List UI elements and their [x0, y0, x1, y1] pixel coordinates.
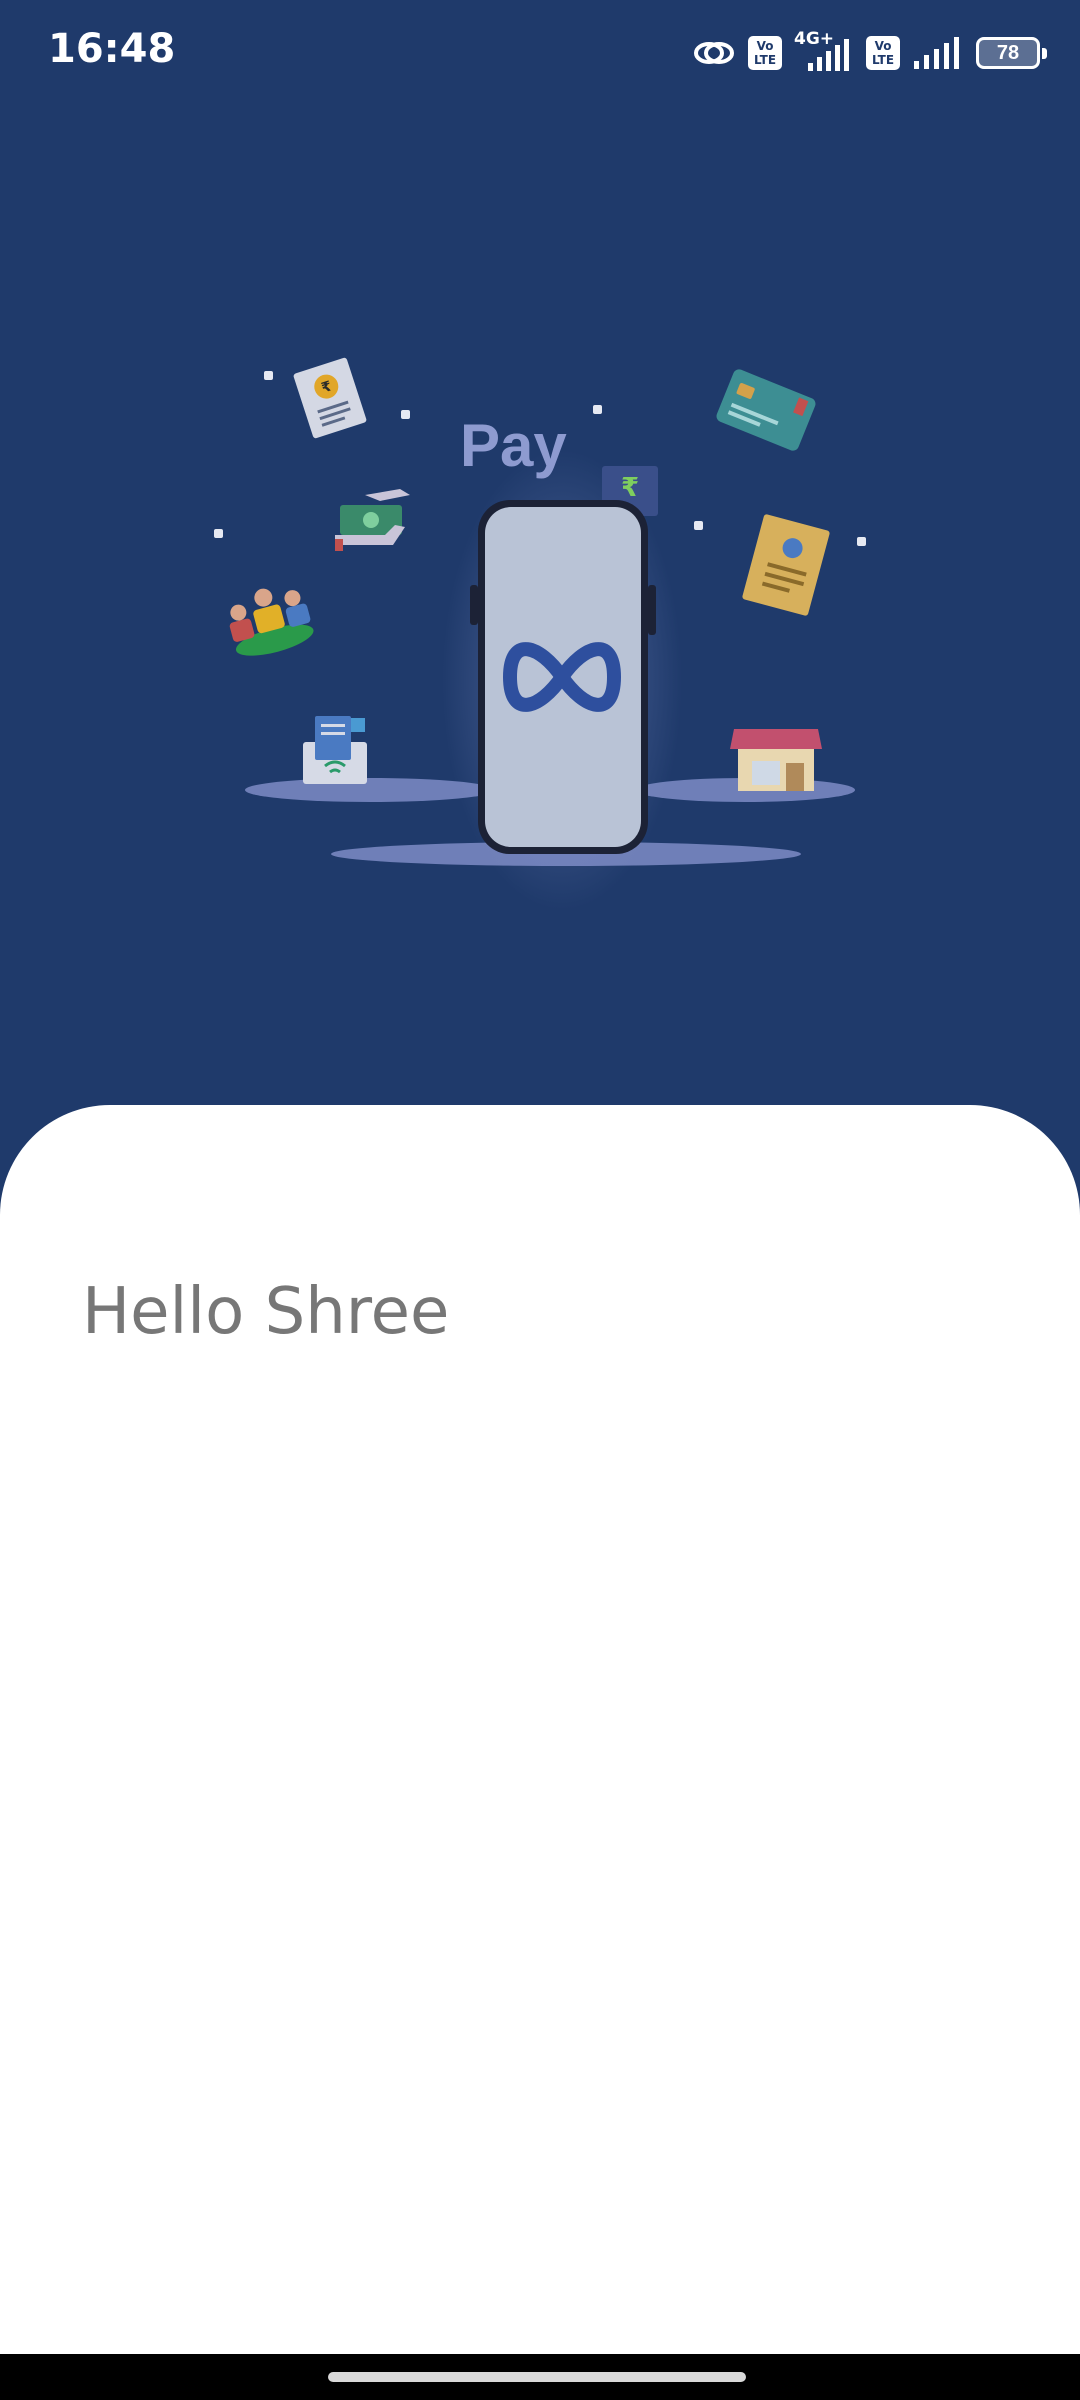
store-icon — [730, 729, 822, 791]
home-gesture-handle[interactable] — [328, 2372, 746, 2382]
greeting-text: Hello Shree — [82, 1275, 450, 1349]
pay-text: Pay — [460, 412, 567, 479]
content-sheet: Hello Shree — [0, 1105, 1080, 2355]
bill-icon — [742, 514, 830, 616]
cash-transfer-icon — [335, 489, 410, 551]
phone-illustration — [470, 500, 656, 854]
navigation-bar — [0, 2354, 1080, 2400]
hero-illustration: ₹ Pay ₹ — [214, 357, 866, 910]
people-group-icon — [229, 588, 314, 656]
svg-text:₹: ₹ — [621, 473, 639, 503]
payment-card-icon — [716, 369, 816, 451]
receipt-icon: ₹ — [293, 357, 367, 439]
pos-terminal-icon — [303, 716, 367, 784]
